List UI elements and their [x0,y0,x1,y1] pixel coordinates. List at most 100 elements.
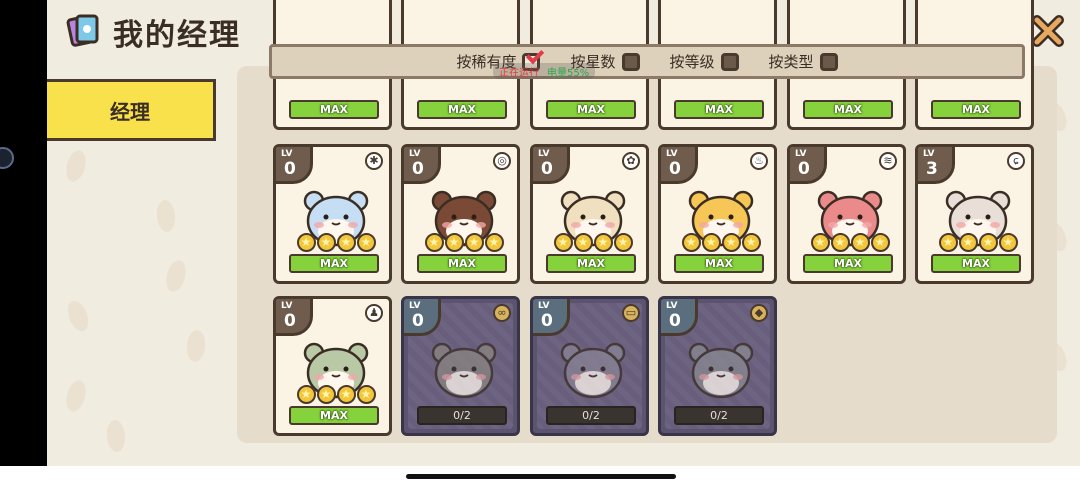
max-level-bar: MAX [674,100,764,119]
level-value: 0 [412,159,424,179]
star-icon: ★ [444,233,464,252]
max-level-bar: MAX [417,100,507,119]
sunflower-seed-decoration [105,419,127,453]
star-rating: ★ ★ ★ ★ [681,233,761,252]
manager-card[interactable]: LV 3 ɕ ★ ★ ★ ★ MAX [915,144,1034,284]
level-badge: LV 3 [918,147,955,184]
hamster-portrait [560,342,626,399]
star-icon: ★ [830,233,850,252]
level-value: 0 [412,311,424,331]
star-rating: ★ ★ ★ ★ [424,233,504,252]
level-label: LV [281,149,293,159]
star-icon: ★ [424,233,444,252]
max-level-bar: MAX [289,406,379,425]
level-label: LV [795,149,807,159]
sparkle-icon: ✱ [365,152,383,170]
max-level-bar: MAX [931,100,1021,119]
level-badge: LV 0 [404,299,441,336]
max-level-bar: MAX [674,254,764,273]
star-icon: ★ [296,233,316,252]
sunflower-seed-decoration [63,148,89,184]
level-badge: LV 0 [276,299,313,336]
level-value: 0 [284,159,296,179]
progress-label: 0/2 [710,409,728,422]
star-rating: ★ ★ ★ ★ [938,233,1018,252]
star-icon: ★ [356,385,376,404]
game-screen: 我的经理 经理 MAX MAX MAX MAX MAX MAX LV 0 ✱ ★ ★ ★ ★ M… [0,0,1080,486]
home-indicator[interactable] [406,474,676,479]
max-level-bar: MAX [289,100,379,119]
star-icon: ★ [850,233,870,252]
manager-card[interactable]: LV 0 ≋ ★ ★ ★ ★ MAX [787,144,906,284]
sidebar-tab-manager[interactable]: 经理 [47,79,216,141]
manager-card[interactable]: LV 0 ♟ ★ ★ ★ ★ MAX [273,296,392,436]
star-icon: ★ [573,233,593,252]
sunflower-seed-decoration [63,378,89,414]
level-value: 0 [541,311,553,331]
star-icon: ★ [484,233,504,252]
star-icon: ★ [681,233,701,252]
hamster-portrait [688,342,754,399]
manager-cards-icon [66,14,99,47]
manager-card-locked[interactable]: LV 0 ▭ 0/2 [530,296,649,436]
level-badge: LV 0 [533,299,570,336]
star-icon: ★ [336,385,356,404]
filter-label: 按等级 [669,53,715,71]
level-value: 0 [541,159,553,179]
gem-icon: ◆ [750,304,768,322]
level-label: LV [538,301,550,311]
star-icon: ★ [998,233,1018,252]
checkbox[interactable] [720,52,739,71]
manager-card-locked[interactable]: LV 0 ◆ 0/2 [658,296,777,436]
sort-filter-bar: 按稀有度 按星数 按等级 按类型 [269,44,1025,79]
star-rating: ★ ★ ★ ★ [296,233,376,252]
max-level-bar: MAX [289,254,379,273]
max-level-bar: MAX [546,254,636,273]
sunflower-seed-decoration [63,297,93,335]
level-label: LV [409,301,421,311]
card-progress-bar: 0/2 [674,406,764,425]
progress-label: 0/2 [582,409,600,422]
level-badge: LV 0 [661,299,698,336]
system-status-overlay: 正在运行 电量55% [493,63,596,79]
manager-card-locked[interactable]: LV 0 ∞ 0/2 [401,296,520,436]
star-icon: ★ [870,233,890,252]
star-icon: ★ [741,233,761,252]
checkbox[interactable] [621,52,640,71]
manager-card[interactable]: LV 0 ♨ ★ ★ ★ ★ MAX [658,144,777,284]
status-text-red: 正在运行 [499,67,539,79]
level-label: LV [666,301,678,311]
filter-by-type[interactable]: 按类型 [769,51,838,72]
card-progress-bar: 0/2 [546,406,636,425]
filter-label: 按类型 [768,53,814,71]
level-label: LV [281,301,293,311]
manager-screen: 我的经理 经理 MAX MAX MAX MAX MAX MAX LV 0 ✱ ★ ★ ★ ★ M… [47,0,1080,466]
filter-by-level[interactable]: 按等级 [670,51,739,72]
card-progress-bar: 0/2 [417,406,507,425]
level-value: 3 [926,159,938,179]
level-badge: LV 0 [790,147,827,184]
star-icon: ★ [810,233,830,252]
max-level-bar: MAX [417,254,507,273]
max-level-bar: MAX [546,100,636,119]
star-icon: ★ [978,233,998,252]
level-badge: LV 0 [276,147,313,184]
manager-card[interactable]: LV 0 ✱ ★ ★ ★ ★ MAX [273,144,392,284]
checkbox[interactable] [819,52,838,71]
star-icon: ★ [958,233,978,252]
manager-card[interactable]: LV 0 ✿ ★ ★ ★ ★ MAX [530,144,649,284]
level-label: LV [409,149,421,159]
star-icon: ★ [464,233,484,252]
page-title: 我的经理 [113,18,241,53]
manager-card[interactable]: LV 0 ◎ ★ ★ ★ ★ MAX [401,144,520,284]
star-icon: ★ [721,233,741,252]
level-value: 0 [798,159,810,179]
level-label: LV [538,149,550,159]
max-level-bar: MAX [803,100,893,119]
sunflower-seed-decoration [163,258,189,294]
max-level-bar: MAX [803,254,893,273]
star-rating: ★ ★ ★ ★ [296,385,376,404]
sunflower-seed-decoration [155,199,177,233]
level-badge: LV 0 [661,147,698,184]
star-rating: ★ ★ ★ ★ [810,233,890,252]
